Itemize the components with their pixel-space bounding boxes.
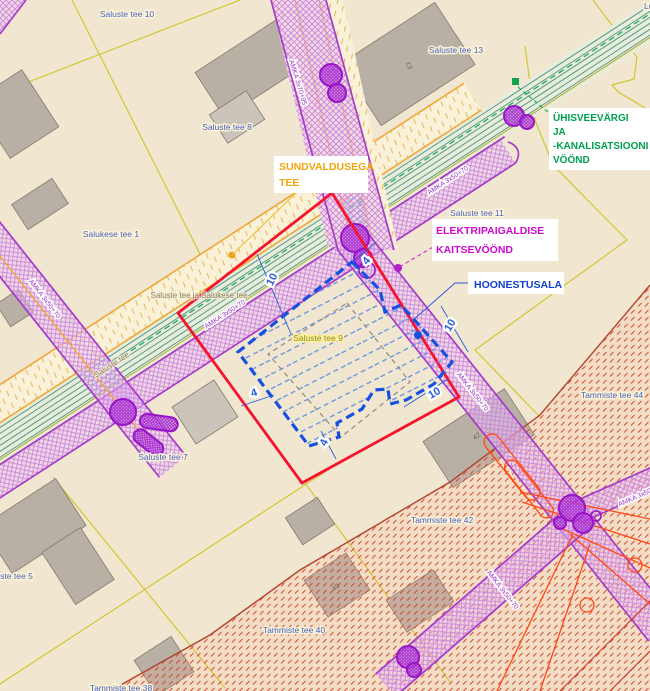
- parcel-label-tammiste-42: Tammiste tee 42: [411, 515, 474, 525]
- sundvaldusega-line2: TEE: [279, 177, 299, 189]
- parcel-label-salukese-1: Salukese tee 1: [83, 229, 140, 239]
- hoonestusala-label: HOONESTUSALA: [474, 279, 563, 291]
- callout-uhisveevargi: ÜHISVEEVÄRGI JA -KANALISATSIOONI VÖÖND: [549, 108, 650, 170]
- uhisveevargi-line3: -KANALISATSIOONI: [553, 141, 649, 152]
- blue-point-marker: [414, 331, 422, 339]
- parcel-label-corner: Lüst: [644, 1, 650, 11]
- callout-elektripaigaldise: ELEKTRIPAIGALDISE KAITSEVÖÖND: [432, 219, 558, 261]
- parcel-label-tammiste-38: Tammiste tee 38: [90, 683, 153, 691]
- parcel-label-tammiste-44: Tammiste tee 44: [581, 390, 644, 400]
- parcel-label-tammiste-40: Tammiste tee 40: [263, 625, 326, 635]
- electric-point-marker: [394, 264, 402, 272]
- uhisveevargi-line1: ÜHISVEEVÄRGI: [553, 111, 629, 124]
- callout-sundvaldusega: SUNDVALDUSEGA TEE: [274, 156, 374, 193]
- road-label-combined: Saluste tee ja Salukese tee: [151, 291, 249, 300]
- sewer-point-marker: [512, 78, 519, 85]
- map-canvas[interactable]: Saluste tee 10 Saluste tee 8 Saluste tee…: [0, 0, 650, 691]
- callout-hoonestusala: HOONESTUSALA: [468, 272, 564, 294]
- uhisveevargi-line4: VÖÖND: [553, 153, 590, 166]
- uhisveevargi-line2: JA: [553, 127, 566, 138]
- elektri-line2: KAITSEVÖÖND: [436, 243, 513, 256]
- parcel-label-saluste-7: Saluste tee 7: [138, 452, 188, 462]
- parcel-label-saluste-11: Saluste tee 11: [450, 208, 504, 218]
- parcel-label-saluste-5: Saluste tee 5: [0, 571, 33, 581]
- plan-drawing: Saluste tee 10 Saluste tee 8 Saluste tee…: [0, 0, 650, 691]
- parcel-label-saluste-9: Saluste tee 9: [293, 333, 343, 343]
- elektri-line1: ELEKTRIPAIGALDISE: [436, 225, 544, 237]
- parcel-label-saluste-8: Saluste tee 8: [202, 122, 252, 132]
- parcel-label-saluste-10: Saluste tee 10: [100, 9, 155, 19]
- sundvaldusega-line1: SUNDVALDUSEGA: [279, 161, 374, 173]
- parcel-label-saluste-13: Saluste tee 13: [429, 45, 484, 55]
